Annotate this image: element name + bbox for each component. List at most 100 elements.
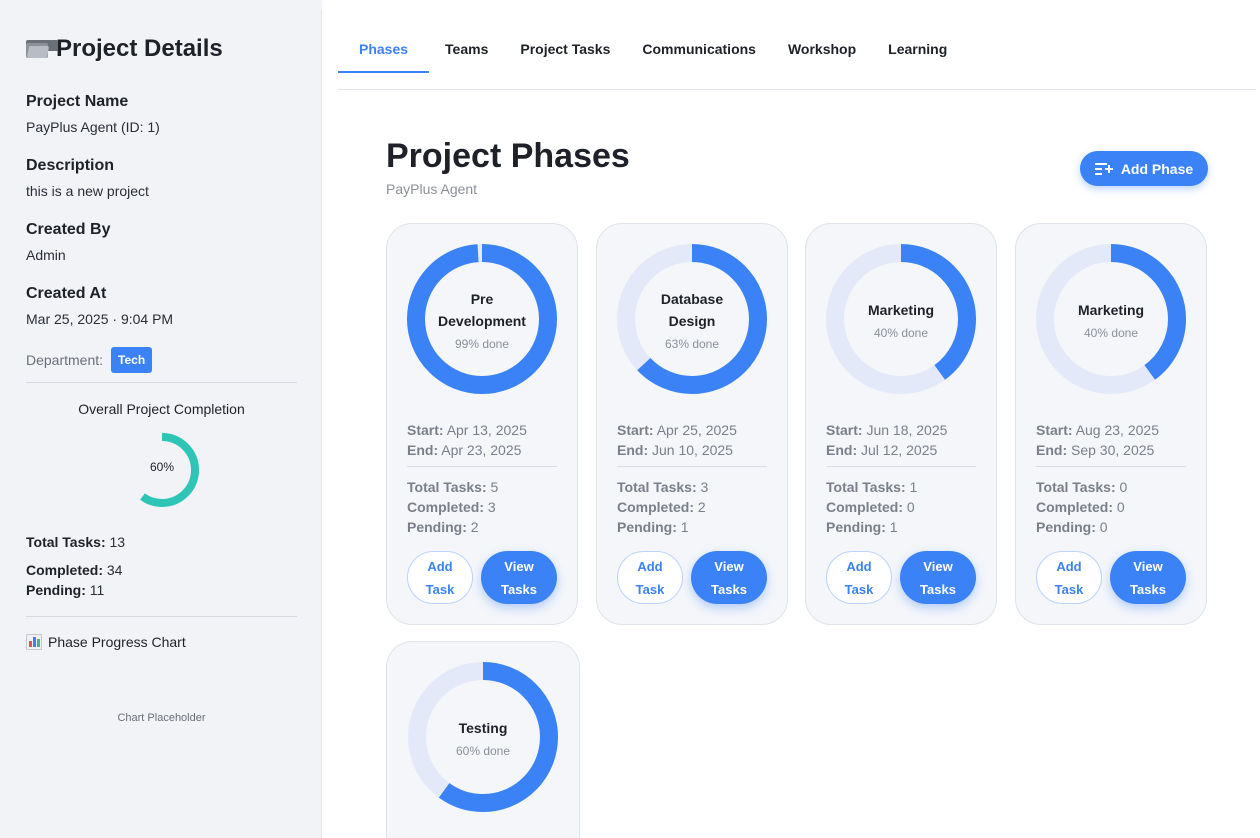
- completed-label: Completed:: [407, 499, 484, 515]
- pending-label: Pending:: [407, 519, 467, 535]
- tab-phases[interactable]: Phases: [338, 30, 430, 73]
- bar-chart-icon: [26, 634, 42, 650]
- phase-dates: Start: Aug 23, 2025 End: Sep 30, 2025: [1036, 420, 1159, 460]
- view-tasks-button[interactable]: View Tasks: [691, 551, 767, 604]
- total-tasks-label: Total Tasks:: [26, 534, 106, 550]
- completed-stat: Completed: 34: [26, 562, 122, 578]
- tab-bar: Phases Teams Project Tasks Communication…: [338, 30, 963, 73]
- total-tasks-value: 0: [1119, 479, 1128, 495]
- completed-value: 34: [106, 562, 123, 578]
- description-label: Description: [26, 157, 115, 174]
- end-label: End:: [1036, 442, 1068, 458]
- phase-percent-done: 63% done: [664, 336, 720, 351]
- end-date: Jun 10, 2025: [652, 442, 733, 458]
- folder-icon: [26, 40, 58, 58]
- phase-donut-label: Pre Development 99% done: [426, 263, 538, 375]
- page-title: Project Phases: [386, 137, 630, 175]
- tab-workshop[interactable]: Workshop: [772, 30, 872, 73]
- department-label: Department:: [26, 352, 104, 368]
- phase-task-counts: Total Tasks: 1 Completed: 0 Pending: 1: [826, 477, 917, 537]
- pending-label: Pending:: [617, 519, 677, 535]
- tab-teams[interactable]: Teams: [429, 30, 504, 73]
- phase-dates: Start: Apr 25, 2025 End: Jun 10, 2025: [617, 420, 737, 460]
- start-date: Apr 13, 2025: [446, 422, 527, 438]
- phase-dates: Start: Apr 13, 2025 End: Apr 23, 2025: [407, 420, 527, 460]
- phase-dates: Start: Jun 18, 2025 End: Jul 12, 2025: [826, 420, 947, 460]
- phase-donut-label: Database Design 63% done: [636, 263, 748, 375]
- phase-task-counts: Total Tasks: 0 Completed: 0 Pending: 0: [1036, 477, 1127, 537]
- phase-name: Testing: [458, 719, 508, 736]
- overall-completion-label: Overall Project Completion: [78, 401, 245, 417]
- phase-percent-done: 40% done: [873, 325, 929, 340]
- phase-percent-done: 40% done: [1083, 325, 1139, 340]
- pending-value: 1: [889, 519, 898, 535]
- completed-value: 0: [1116, 499, 1125, 515]
- pending-label: Pending:: [26, 582, 86, 598]
- phase-name: Marketing: [867, 301, 935, 318]
- start-date: Jun 18, 2025: [866, 422, 948, 438]
- total-tasks-label: Total Tasks:: [826, 479, 906, 495]
- add-task-button[interactable]: Add Task: [826, 551, 892, 604]
- sidebar-divider-2: [26, 616, 297, 617]
- add-phase-button[interactable]: Add Phase: [1080, 151, 1208, 186]
- pending-label: Pending:: [1036, 519, 1096, 535]
- department-badge: Tech: [111, 347, 153, 373]
- total-tasks-value: 3: [700, 479, 709, 495]
- department-row: Department: Tech: [26, 347, 153, 373]
- tab-learning[interactable]: Learning: [872, 30, 963, 73]
- view-tasks-button[interactable]: View Tasks: [481, 551, 557, 604]
- card-divider: [407, 466, 557, 467]
- phase-card: Marketing 40% done Start: Jun 18, 2025 E…: [805, 223, 997, 625]
- project-name-label: Project Name: [26, 93, 129, 110]
- sidebar-title-text: Project Details: [56, 35, 223, 62]
- start-date: Apr 25, 2025: [656, 422, 737, 438]
- card-divider: [1036, 466, 1186, 467]
- pending-stat: Pending: 11: [26, 582, 104, 598]
- top-strip: [0, 0, 322, 10]
- phase-card: Pre Development 99% done Start: Apr 13, …: [386, 223, 578, 625]
- end-date: Jul 12, 2025: [861, 442, 938, 458]
- completed-value: 0: [906, 499, 915, 515]
- start-label: Start:: [617, 422, 654, 438]
- pending-value: 0: [1099, 519, 1108, 535]
- phase-progress-chart-text: Phase Progress Chart: [48, 634, 186, 650]
- phase-donut-label: Marketing 40% done: [1055, 263, 1167, 375]
- project-name-value: PayPlus Agent (ID: 1): [26, 119, 160, 135]
- total-tasks-stat: Total Tasks: 13: [26, 534, 125, 550]
- view-tasks-button[interactable]: View Tasks: [1110, 551, 1186, 604]
- phase-name: Marketing: [1077, 301, 1145, 318]
- start-label: Start:: [1036, 422, 1073, 438]
- add-task-button[interactable]: Add Task: [1036, 551, 1102, 604]
- card-divider: [826, 466, 976, 467]
- phase-donut-label: Marketing 40% done: [845, 263, 957, 375]
- add-task-button[interactable]: Add Task: [617, 551, 683, 604]
- total-tasks-label: Total Tasks:: [617, 479, 697, 495]
- created-by-label: Created By: [26, 221, 111, 238]
- completed-value: 2: [697, 499, 706, 515]
- completed-label: Completed:: [1036, 499, 1113, 515]
- project-details-sidebar: Project Details Project Name PayPlus Age…: [0, 10, 322, 838]
- end-label: End:: [407, 442, 439, 458]
- sidebar-title: Project Details: [26, 35, 223, 63]
- tab-communications[interactable]: Communications: [626, 30, 772, 73]
- completed-label: Completed:: [826, 499, 903, 515]
- tab-project-tasks[interactable]: Project Tasks: [504, 30, 626, 73]
- phase-card: Testing 60% done: [386, 641, 580, 838]
- description-value: this is a new project: [26, 183, 149, 199]
- phase-progress-chart-title: Phase Progress Chart: [26, 634, 186, 650]
- phase-percent-done: 60% done: [455, 743, 511, 758]
- pending-value: 1: [680, 519, 689, 535]
- add-task-button[interactable]: Add Task: [407, 551, 473, 604]
- completed-label: Completed:: [26, 562, 103, 578]
- view-tasks-button[interactable]: View Tasks: [900, 551, 976, 604]
- playlist-add-icon: [1094, 162, 1113, 176]
- total-tasks-label: Total Tasks:: [1036, 479, 1116, 495]
- end-date: Sep 30, 2025: [1071, 442, 1155, 458]
- phase-task-counts: Total Tasks: 3 Completed: 2 Pending: 1: [617, 477, 708, 537]
- pending-value: 2: [470, 519, 479, 535]
- created-by-value: Admin: [26, 247, 66, 263]
- phase-card: Marketing 40% done Start: Aug 23, 2025 E…: [1015, 223, 1207, 625]
- end-date: Apr 23, 2025: [441, 442, 522, 458]
- tab-bar-divider: [338, 89, 1256, 90]
- phase-task-counts: Total Tasks: 5 Completed: 3 Pending: 2: [407, 477, 498, 537]
